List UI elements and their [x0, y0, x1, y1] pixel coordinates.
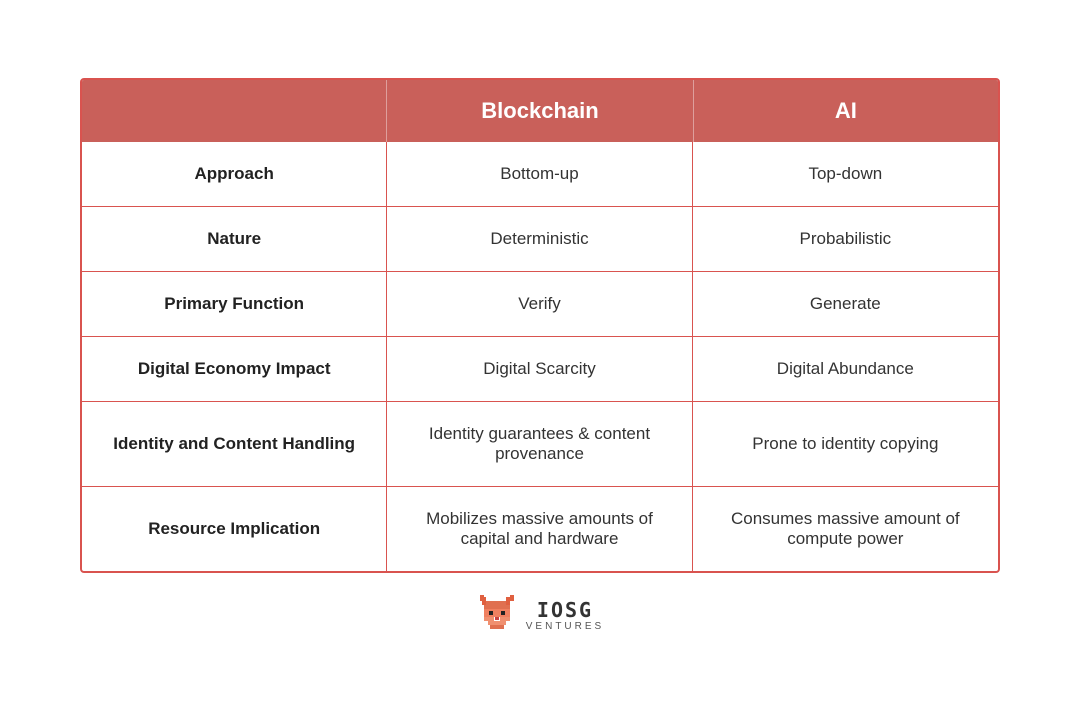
row-ai-digital-economy: Digital Abundance [693, 337, 998, 401]
row-label-approach: Approach [82, 142, 387, 206]
table-row-approach: ApproachBottom-upTop-down [82, 142, 998, 206]
comparison-table: Blockchain AI ApproachBottom-upTop-downN… [80, 78, 1000, 573]
row-label-nature: Nature [82, 207, 387, 271]
iosg-logo-icon [476, 595, 518, 637]
table-row-primary-function: Primary FunctionVerifyGenerate [82, 271, 998, 336]
row-blockchain-identity: Identity guarantees & content provenance [387, 402, 692, 486]
row-ai-resource: Consumes massive amount of compute power [693, 487, 998, 571]
logo-main-text: IOSG [537, 599, 593, 621]
row-label-primary-function: Primary Function [82, 272, 387, 336]
row-ai-nature: Probabilistic [693, 207, 998, 271]
row-ai-primary-function: Generate [693, 272, 998, 336]
iosg-logo-text: IOSG VENTURES [526, 599, 604, 632]
row-blockchain-approach: Bottom-up [387, 142, 692, 206]
row-blockchain-resource: Mobilizes massive amounts of capital and… [387, 487, 692, 571]
row-label-resource: Resource Implication [82, 487, 387, 571]
table-row-identity: Identity and Content HandlingIdentity gu… [82, 401, 998, 486]
header-ai: AI [693, 80, 998, 142]
header-empty-cell [82, 80, 387, 142]
row-ai-approach: Top-down [693, 142, 998, 206]
table-body: ApproachBottom-upTop-downNatureDetermini… [82, 142, 998, 571]
header-blockchain: Blockchain [387, 80, 692, 142]
table-header: Blockchain AI [82, 80, 998, 142]
row-label-identity: Identity and Content Handling [82, 402, 387, 486]
row-ai-identity: Prone to identity copying [693, 402, 998, 486]
logo-sub-text: VENTURES [526, 621, 604, 632]
table-row-resource: Resource ImplicationMobilizes massive am… [82, 486, 998, 571]
row-blockchain-digital-economy: Digital Scarcity [387, 337, 692, 401]
row-blockchain-primary-function: Verify [387, 272, 692, 336]
table-row-nature: NatureDeterministicProbabilistic [82, 206, 998, 271]
table-row-digital-economy: Digital Economy ImpactDigital ScarcityDi… [82, 336, 998, 401]
row-label-digital-economy: Digital Economy Impact [82, 337, 387, 401]
footer: IOSG VENTURES [476, 595, 604, 637]
row-blockchain-nature: Deterministic [387, 207, 692, 271]
